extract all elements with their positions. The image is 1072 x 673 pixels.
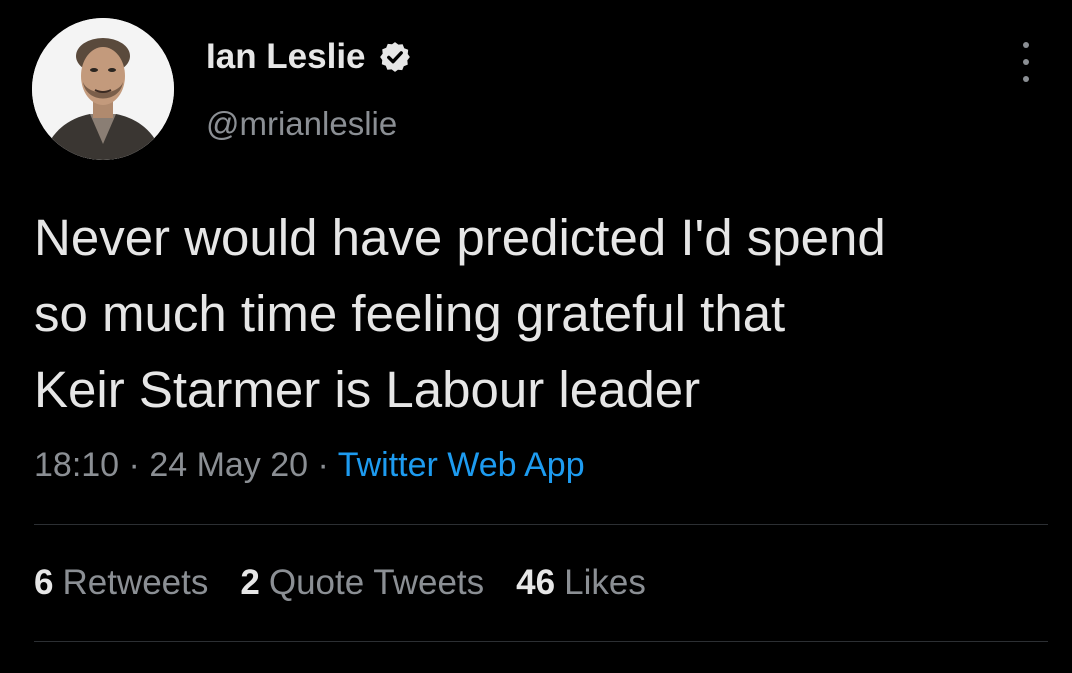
separator: · bbox=[119, 446, 150, 484]
tweet-card: Ian Leslie @mrianleslie Never would have… bbox=[0, 0, 1072, 673]
verified-badge-icon bbox=[378, 40, 412, 74]
tweet-time[interactable]: 18:10 bbox=[34, 446, 119, 484]
user-handle[interactable]: @mrianleslie bbox=[206, 102, 397, 146]
tweet-text-line: Keir Starmer is Labour leader bbox=[34, 361, 701, 418]
retweets-count: 6 bbox=[34, 563, 54, 602]
profile-photo-icon bbox=[32, 18, 174, 160]
avatar[interactable] bbox=[32, 18, 174, 160]
tweet-text: Never would have predicted I'd spend so … bbox=[34, 200, 1044, 428]
likes-label: Likes bbox=[564, 563, 646, 602]
tweet-date[interactable]: 24 May 20 bbox=[149, 446, 308, 484]
likes-stat[interactable]: 46 Likes bbox=[516, 558, 646, 608]
display-name-text[interactable]: Ian Leslie bbox=[206, 35, 366, 79]
quote-tweets-label: Quote Tweets bbox=[268, 563, 485, 602]
retweets-stat[interactable]: 6 Retweets bbox=[34, 558, 208, 608]
retweets-label: Retweets bbox=[62, 563, 209, 602]
tweet-text-line: so much time feeling grateful that bbox=[34, 285, 786, 342]
dot bbox=[1023, 76, 1029, 82]
tweet-meta: 18:10 · 24 May 20 · Twitter Web App bbox=[34, 440, 585, 490]
separator: · bbox=[308, 446, 338, 484]
display-name[interactable]: Ian Leslie bbox=[206, 35, 412, 79]
tweet-source-link[interactable]: Twitter Web App bbox=[338, 446, 585, 484]
dot bbox=[1023, 42, 1029, 48]
quote-tweets-stat[interactable]: 2 Quote Tweets bbox=[240, 558, 484, 608]
divider bbox=[34, 524, 1048, 525]
tweet-text-line: Never would have predicted I'd spend bbox=[34, 209, 886, 266]
divider bbox=[34, 641, 1048, 642]
more-options-icon[interactable] bbox=[1014, 42, 1038, 82]
tweet-stats: 6 Retweets 2 Quote Tweets 46 Likes bbox=[34, 558, 678, 608]
quote-tweets-count: 2 bbox=[240, 563, 260, 602]
likes-count: 46 bbox=[516, 563, 556, 602]
dot bbox=[1023, 59, 1029, 65]
